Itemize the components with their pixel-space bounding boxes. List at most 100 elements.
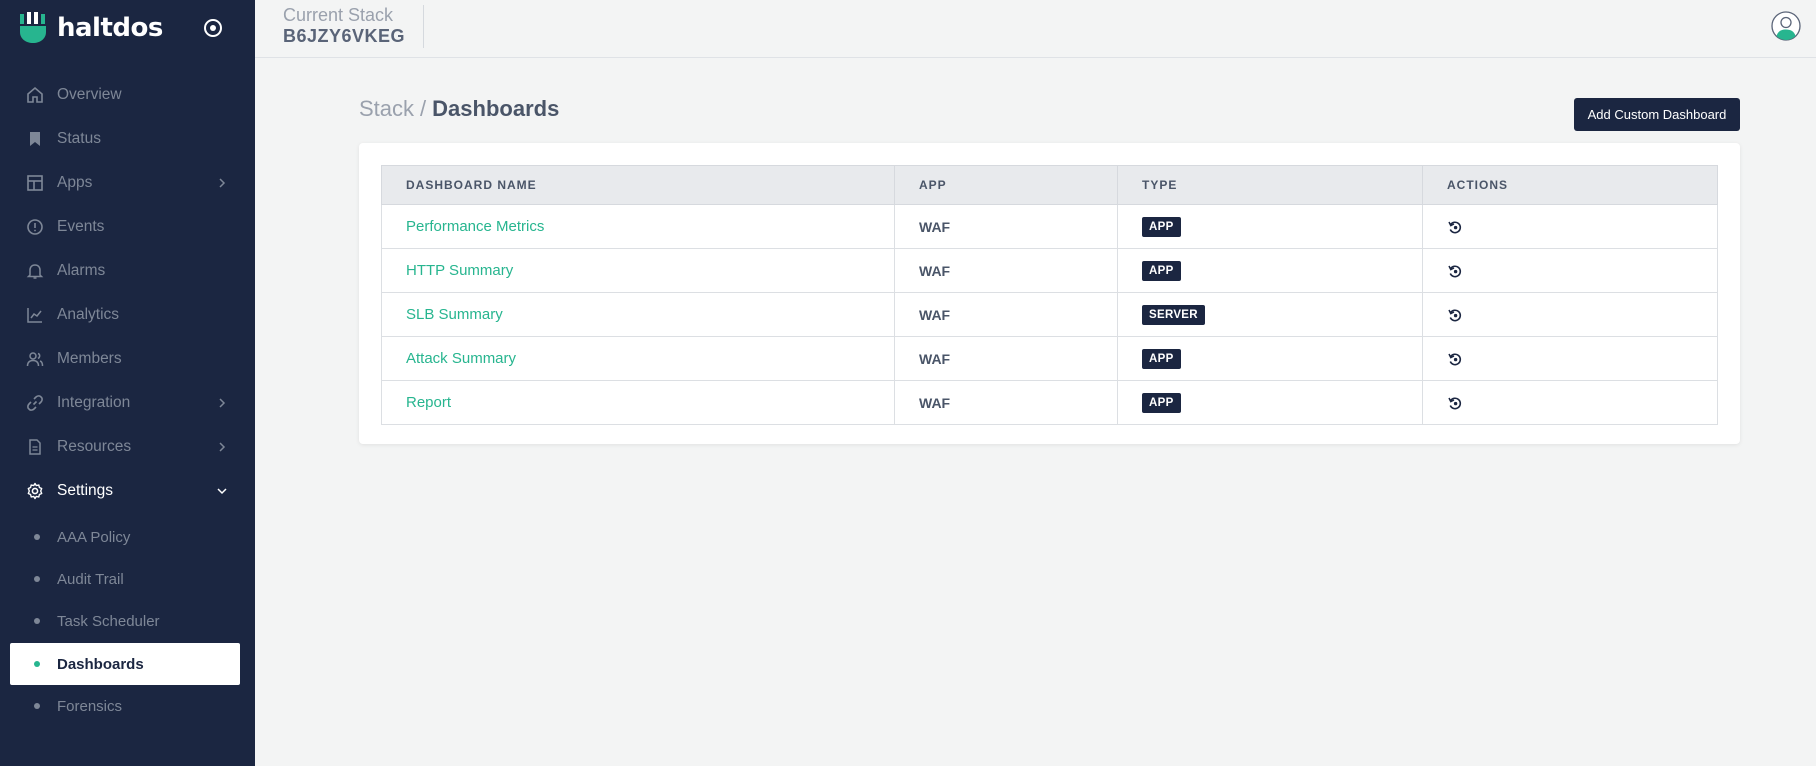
current-stack-code[interactable]: B6JZY6VKEG <box>283 26 405 47</box>
sidebar-item-settings[interactable]: Settings <box>0 471 255 511</box>
column-header-app: APP <box>894 165 1118 205</box>
reset-icon[interactable] <box>1447 263 1463 279</box>
sidebar-item-status[interactable]: Status <box>0 119 255 159</box>
type-badge: APP <box>1142 392 1181 413</box>
sidebar-item-alarms[interactable]: Alarms <box>0 251 255 291</box>
link-icon <box>27 395 43 411</box>
column-header-dashboard-name: DASHBOARD NAME <box>381 165 895 205</box>
sidebar-subitem-audit-trail[interactable]: Audit Trail <box>10 558 240 600</box>
sidebar-item-events[interactable]: Events <box>0 207 255 247</box>
chevron-right-icon <box>219 178 226 188</box>
reset-icon[interactable] <box>1447 307 1463 323</box>
sidebar-item-label: Overview <box>57 86 122 103</box>
dashboard-name-link[interactable]: Report <box>381 380 895 425</box>
dashboard-name-link[interactable]: Attack Summary <box>381 336 895 381</box>
sidebar-item-members[interactable]: Members <box>0 339 255 379</box>
app-cell: WAF <box>894 292 1118 337</box>
home-icon <box>27 86 43 103</box>
dashboard-name-link[interactable]: SLB Summary <box>381 292 895 337</box>
type-cell: APP <box>1117 248 1423 293</box>
actions-cell <box>1422 204 1718 249</box>
reset-icon[interactable] <box>1447 219 1463 235</box>
sidebar-item-label: Status <box>57 130 101 147</box>
bullet-icon <box>34 534 40 540</box>
app-cell: WAF <box>894 248 1118 293</box>
sidebar-item-label: Apps <box>57 174 93 191</box>
chart-line-icon <box>27 308 42 323</box>
sidebar-item-analytics[interactable]: Analytics <box>0 295 255 335</box>
bullet-icon <box>34 576 40 582</box>
column-header-type: TYPE <box>1117 165 1423 205</box>
column-header-actions: ACTIONS <box>1422 165 1718 205</box>
brand-name: haltdos <box>57 13 163 43</box>
bookmark-icon <box>30 132 40 146</box>
alert-circle-icon <box>27 219 43 235</box>
type-badge: SERVER <box>1142 304 1205 325</box>
users-icon <box>26 352 44 367</box>
sidebar-subitem-label: Forensics <box>57 697 123 715</box>
sidebar-subitem-task-scheduler[interactable]: Task Scheduler <box>10 600 240 642</box>
sidebar-item-label: Settings <box>57 482 114 499</box>
dashboards-card: DASHBOARD NAME APP TYPE ACTIONS Performa… <box>359 143 1740 444</box>
reset-icon[interactable] <box>1447 395 1463 411</box>
sidebar: haltdos Overview Status Apps Events Alar… <box>0 0 255 766</box>
sidebar-subitem-label: Dashboards <box>57 655 144 673</box>
file-icon <box>29 439 41 455</box>
breadcrumb-root[interactable]: Stack <box>359 96 414 121</box>
add-custom-dashboard-button[interactable]: Add Custom Dashboard <box>1574 98 1740 131</box>
target-icon[interactable] <box>203 18 223 38</box>
actions-cell <box>1422 292 1718 337</box>
app-cell: WAF <box>894 204 1118 249</box>
type-cell: APP <box>1117 204 1423 249</box>
sidebar-item-overview[interactable]: Overview <box>0 75 255 115</box>
type-cell: APP <box>1117 336 1423 381</box>
bullet-icon <box>34 703 40 709</box>
type-badge: APP <box>1142 216 1181 237</box>
sidebar-item-label: Analytics <box>57 306 120 323</box>
current-stack-label: Current Stack <box>283 5 394 25</box>
reset-icon[interactable] <box>1447 351 1463 367</box>
logo[interactable]: haltdos <box>20 10 163 46</box>
type-badge: APP <box>1142 260 1181 281</box>
sidebar-subitem-label: Task Scheduler <box>57 612 160 630</box>
gear-icon <box>27 482 43 500</box>
breadcrumb-separator: / <box>420 96 427 121</box>
bell-icon <box>26 264 44 279</box>
top-header: Current Stack B6JZY6VKEG <box>255 0 1816 58</box>
sidebar-item-integration[interactable]: Integration <box>0 383 255 423</box>
sidebar-subitem-aaa-policy[interactable]: AAA Policy <box>10 516 240 558</box>
type-badge: APP <box>1142 348 1181 369</box>
actions-cell <box>1422 336 1718 381</box>
app-cell: WAF <box>894 336 1118 381</box>
bullet-icon <box>34 618 40 624</box>
type-cell: SERVER <box>1117 292 1423 337</box>
chevron-right-icon <box>219 398 226 408</box>
dashboards-table: DASHBOARD NAME APP TYPE ACTIONS Performa… <box>381 165 1718 425</box>
dashboard-name-link[interactable]: HTTP Summary <box>381 248 895 293</box>
actions-cell <box>1422 248 1718 293</box>
table-row: Performance Metrics WAF APP <box>381 204 1718 249</box>
sidebar-item-label: Resources <box>57 438 132 455</box>
bullet-icon <box>34 661 40 667</box>
layout-icon <box>27 175 43 191</box>
app-cell: WAF <box>894 380 1118 425</box>
chevron-down-icon <box>217 488 227 495</box>
table-row: SLB Summary WAF SERVER <box>381 292 1718 337</box>
sidebar-item-apps[interactable]: Apps <box>0 163 255 203</box>
sidebar-item-label: Integration <box>57 394 131 411</box>
sidebar-subitem-forensics[interactable]: Forensics <box>10 685 240 727</box>
logo-icon <box>20 12 46 43</box>
header-divider <box>423 5 424 48</box>
sidebar-subitem-label: Audit Trail <box>57 570 124 588</box>
user-avatar-icon[interactable] <box>1771 11 1801 41</box>
table-header-row: DASHBOARD NAME APP TYPE ACTIONS <box>381 165 1718 205</box>
chevron-right-icon <box>219 442 226 452</box>
actions-cell <box>1422 380 1718 425</box>
sidebar-subitem-dashboards[interactable]: Dashboards <box>10 643 240 685</box>
page-title: Dashboards <box>432 96 560 121</box>
type-cell: APP <box>1117 380 1423 425</box>
table-row: HTTP Summary WAF APP <box>381 248 1718 293</box>
sidebar-item-resources[interactable]: Resources <box>0 427 255 467</box>
table-row: Report WAF APP <box>381 380 1718 425</box>
dashboard-name-link[interactable]: Performance Metrics <box>381 204 895 249</box>
